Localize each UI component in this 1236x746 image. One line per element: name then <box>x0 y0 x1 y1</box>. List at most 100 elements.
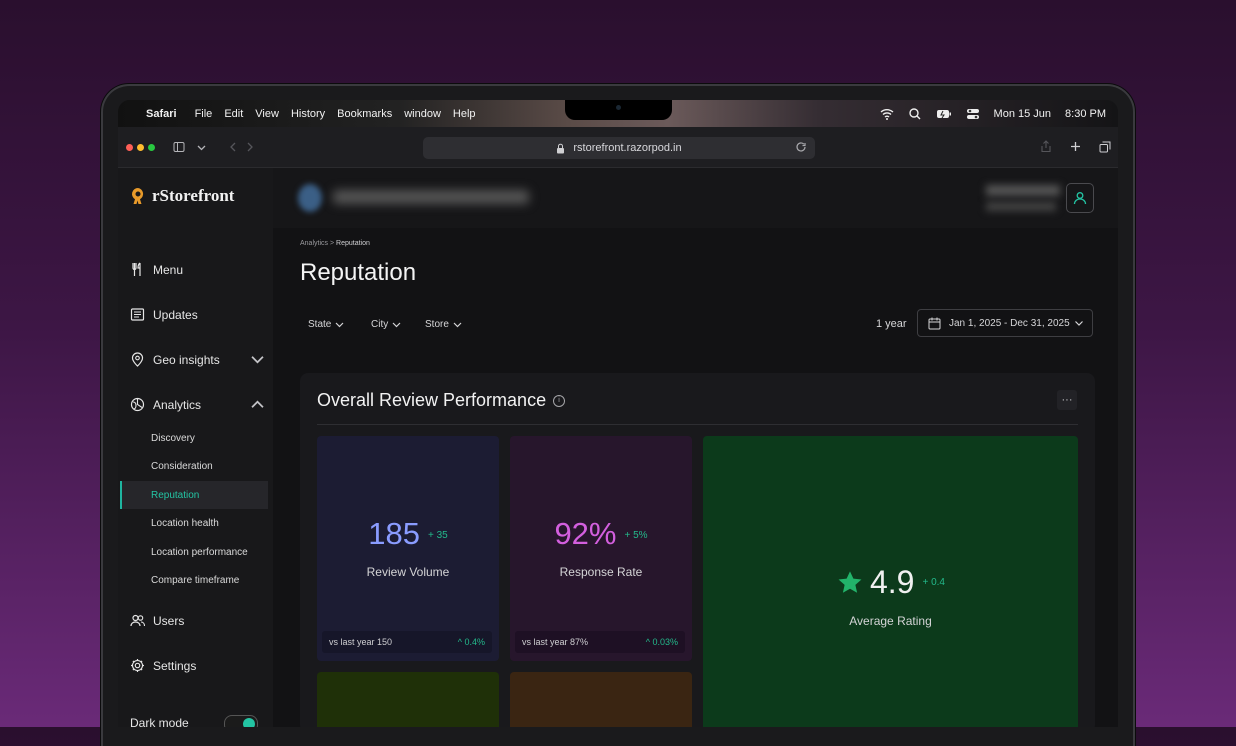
page-title: Reputation <box>300 259 417 286</box>
metric-value-container: 92% + 5% <box>510 516 692 552</box>
metric-average-rating: 4.9 + 0.4 Average Rating <box>703 436 1078 727</box>
sidebar-subitem-compare-timeframe[interactable]: Compare timeframe <box>151 575 239 586</box>
chevron-down-icon <box>392 322 401 328</box>
sidebar-subitem-location-performance[interactable]: Location performance <box>151 547 248 558</box>
metric-label: Review Volume <box>366 565 450 579</box>
close-window-button[interactable] <box>126 144 133 151</box>
store-logo-blurred <box>298 184 322 212</box>
metric-response-rate: 92% + 5% Response Rate vs last year 87% ^… <box>510 436 692 661</box>
metric-comparison: vs last year 150 ^ 0.4% <box>322 631 492 653</box>
more-options-button[interactable]: ··· <box>1057 390 1077 410</box>
reload-icon[interactable] <box>795 141 807 153</box>
search-icon[interactable] <box>908 107 922 120</box>
user-profile-button[interactable] <box>1066 183 1094 213</box>
screen: Safari File Edit View History Bookmarks … <box>118 100 1118 727</box>
divider <box>317 424 1078 425</box>
chevron-up-icon[interactable] <box>250 397 265 412</box>
menu-bookmarks[interactable]: Bookmarks <box>337 108 392 120</box>
minimize-window-button[interactable] <box>137 144 144 151</box>
breadcrumb: Analytics > Reputation <box>300 240 370 247</box>
chevron-down-icon[interactable] <box>250 352 265 367</box>
window-controls <box>126 144 155 151</box>
brand-name: rStorefront <box>152 186 235 205</box>
tab-overview-icon[interactable] <box>1099 141 1111 153</box>
browser-toolbar: rstorefront.razorpod.in <box>118 127 1118 168</box>
more-icon: ··· <box>1061 394 1073 406</box>
sidebar-subitem-reputation[interactable]: Reputation <box>151 490 199 501</box>
share-icon[interactable] <box>1040 140 1052 153</box>
filter-city[interactable]: City <box>371 319 401 330</box>
camera-notch <box>565 100 672 120</box>
date-range-picker[interactable]: Jan 1, 2025 - Dec 31, 2025 <box>917 309 1093 337</box>
metric-value-container: 4.9 + 0.4 <box>703 564 1078 601</box>
top-bar <box>273 168 1118 228</box>
chevron-down-icon <box>335 322 344 328</box>
newspaper-icon <box>130 308 145 321</box>
sidebar-subitem-location-health[interactable]: Location health <box>151 518 219 529</box>
review-performance-card: Overall Review Performance i ··· 185 + 35… <box>300 373 1095 727</box>
breadcrumb-current: Reputation <box>336 240 370 247</box>
wifi-icon[interactable] <box>880 108 894 120</box>
comparison-label: vs last year <box>522 637 568 647</box>
filter-label: Store <box>425 319 449 330</box>
chevron-down-icon[interactable] <box>197 143 206 152</box>
metric-value: 92% <box>554 516 617 551</box>
menubar-app-name[interactable]: Safari <box>146 108 177 120</box>
sidebar-subitem-discovery[interactable]: Discovery <box>151 433 195 444</box>
chevron-down-icon <box>453 322 462 328</box>
sidebar-item-updates[interactable]: Updates <box>130 307 198 322</box>
sidebar-item-menu[interactable]: Menu <box>130 262 183 277</box>
metric-delta: + 5% <box>624 530 648 542</box>
sidebar-item-label: Geo insights <box>153 352 220 367</box>
metric-label: Average Rating <box>849 614 932 628</box>
filter-store[interactable]: Store <box>425 319 462 330</box>
filter-state[interactable]: State <box>308 319 344 330</box>
lock-icon <box>557 143 565 153</box>
menu-edit[interactable]: Edit <box>224 108 243 120</box>
sidebar-item-analytics[interactable]: Analytics <box>130 397 264 412</box>
menu-file[interactable]: File <box>195 108 213 120</box>
menu-window[interactable]: window <box>404 108 441 120</box>
battery-icon[interactable] <box>936 108 952 120</box>
sidebar-item-settings[interactable]: Settings <box>130 658 196 673</box>
sidebar-item-label: Updates <box>153 307 198 322</box>
breadcrumb-parent[interactable]: Analytics <box>300 240 328 247</box>
star-icon <box>838 570 862 593</box>
menu-view[interactable]: View <box>255 108 279 120</box>
sidebar-item-label: Menu <box>153 262 184 277</box>
sidebar-item-label: Analytics <box>153 397 202 412</box>
card-title: Overall Review Performance i <box>317 390 566 411</box>
address-bar[interactable]: rstorefront.razorpod.in <box>423 137 815 159</box>
main-content: Analytics > Reputation Reputation State … <box>273 228 1118 727</box>
map-pin-icon <box>131 352 144 367</box>
back-icon[interactable] <box>229 142 238 152</box>
menubar-date[interactable]: Mon 15 Jun <box>994 108 1051 120</box>
sidebar-toggle-icon[interactable] <box>173 141 185 153</box>
sidebar-subitem-consideration[interactable]: Consideration <box>151 461 213 472</box>
zoom-window-button[interactable] <box>148 144 155 151</box>
laptop-frame: Safari File Edit View History Bookmarks … <box>103 86 1133 746</box>
new-tab-icon[interactable] <box>1070 141 1081 152</box>
info-icon[interactable]: i <box>553 394 566 407</box>
menubar-time[interactable]: 8:30 PM <box>1065 108 1106 120</box>
menu-history[interactable]: History <box>291 108 325 120</box>
dark-mode-toggle[interactable] <box>224 715 258 727</box>
brand-logo[interactable]: rStorefront <box>130 186 234 206</box>
calendar-icon <box>928 317 941 329</box>
comparison-label: vs last year <box>329 637 375 647</box>
sidebar: rStorefront Menu Updates Geo insights An… <box>118 168 273 727</box>
metric-label: Response Rate <box>559 565 643 579</box>
url-text[interactable]: rstorefront.razorpod.in <box>573 142 681 154</box>
forward-icon[interactable] <box>245 142 254 152</box>
utensils-icon <box>132 262 141 276</box>
sidebar-item-label: Users <box>153 613 185 628</box>
control-center-icon[interactable] <box>966 108 980 120</box>
menu-help[interactable]: Help <box>453 108 476 120</box>
users-icon <box>130 614 145 627</box>
metric-delta: + 35 <box>427 530 448 542</box>
metric-value: 185 <box>368 516 420 551</box>
range-label: 1 year <box>876 318 907 330</box>
sidebar-item-users[interactable]: Users <box>130 613 184 628</box>
macos-menubar: Safari File Edit View History Bookmarks … <box>118 100 1118 127</box>
sidebar-item-geo-insights[interactable]: Geo insights <box>130 352 264 367</box>
